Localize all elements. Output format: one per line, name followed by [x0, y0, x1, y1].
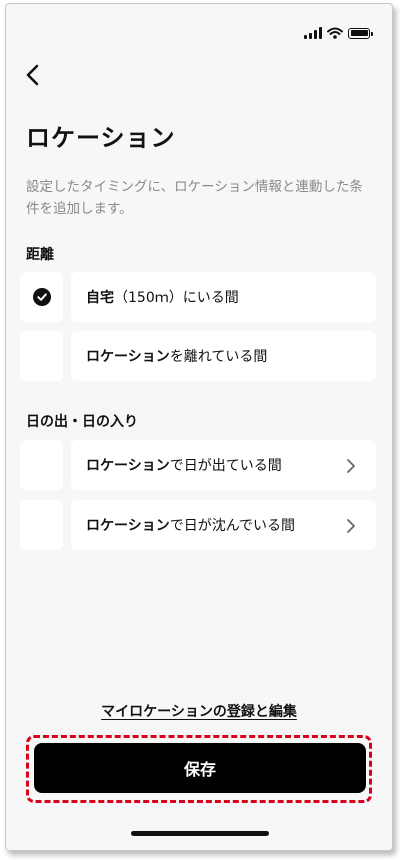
page-title: ロケーション [26, 124, 176, 152]
my-location-link[interactable]: マイロケーションの登録と編集 [6, 701, 392, 721]
wifi-icon [327, 27, 343, 39]
list-item: 自宅 （150ｍ）にいる間 [20, 272, 376, 322]
option-label-text: を離れている間 [169, 349, 268, 365]
option-label-bold: 自宅 [86, 290, 114, 306]
phone-screen: ロケーション 設定したタイミングに、ロケーション情報と連動した条件を追加します。… [5, 3, 393, 851]
chevron-right-icon [347, 519, 355, 533]
option-label-text: で日が沈んでいる間 [169, 518, 296, 534]
list-item: ロケーション を離れている間 [20, 331, 376, 381]
option-label-bold: ロケーション [86, 518, 170, 534]
checkbox[interactable] [20, 331, 63, 381]
checkbox[interactable] [20, 272, 63, 322]
option-label-bold: ロケーション [86, 458, 170, 474]
signal-icon [304, 27, 322, 39]
home-indicator [131, 831, 269, 836]
status-bar [304, 26, 373, 40]
page-description: 設定したタイミングに、ロケーション情報と連動した条件を追加します。 [26, 179, 363, 217]
back-button[interactable] [18, 60, 48, 90]
section-heading-sun: 日の出・日の入り [26, 414, 138, 430]
option-label[interactable]: 自宅 （150ｍ）にいる間 [71, 272, 376, 322]
battery-icon [348, 27, 373, 39]
list-item: ロケーション で日が出ている間 [20, 440, 376, 490]
save-button[interactable]: 保存 [34, 743, 366, 793]
checkmark-icon [32, 288, 51, 306]
option-label[interactable]: ロケーション で日が出ている間 [71, 440, 376, 490]
option-label-text: で日が出ている間 [169, 458, 282, 474]
list-item: ロケーション で日が沈んでいる間 [20, 500, 376, 550]
option-label-bold: ロケーション [86, 349, 170, 365]
checkbox[interactable] [20, 500, 63, 550]
section-heading-distance: 距離 [26, 247, 54, 263]
option-label-text: （150ｍ）にいる間 [114, 290, 239, 306]
chevron-right-icon [347, 459, 355, 473]
chevron-left-icon [26, 64, 39, 86]
option-label[interactable]: ロケーション で日が沈んでいる間 [71, 500, 376, 550]
option-label[interactable]: ロケーション を離れている間 [71, 331, 376, 381]
checkbox[interactable] [20, 440, 63, 490]
